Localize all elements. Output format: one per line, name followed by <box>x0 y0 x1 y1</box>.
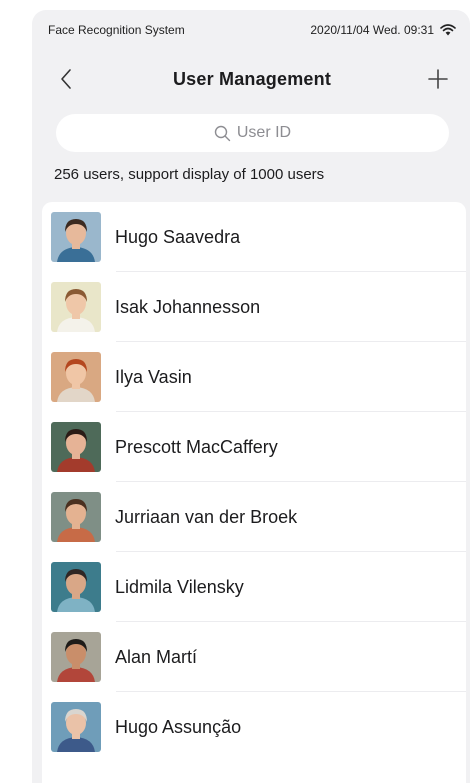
user-list-item[interactable]: Alan Martí <box>42 622 466 692</box>
user-list-item[interactable]: Isak Johannesson <box>42 272 466 342</box>
user-name: Hugo Assunção <box>115 716 242 737</box>
plus-icon <box>428 69 448 89</box>
user-avatar <box>51 492 101 542</box>
search-input[interactable]: User ID <box>56 114 449 152</box>
search-placeholder: User ID <box>236 124 292 141</box>
user-list-item[interactable]: Jurriaan van der Broek <box>42 482 466 552</box>
search-icon <box>214 125 231 141</box>
user-name: Lidmila Vilensky <box>115 576 244 597</box>
user-count-summary: 256 users, support display of 1000 users <box>54 166 325 183</box>
user-name: Isak Johannesson <box>115 296 261 317</box>
user-name: Alan Martí <box>115 646 198 667</box>
status-bar: Face Recognition System 2020/11/04 Wed. … <box>32 10 470 50</box>
user-name: Ilya Vasin <box>115 366 192 387</box>
app-screen: Face Recognition System 2020/11/04 Wed. … <box>32 10 470 783</box>
user-avatar <box>51 702 101 752</box>
user-name: Jurriaan van der Broek <box>115 506 298 527</box>
back-button[interactable] <box>46 62 86 96</box>
user-avatar <box>51 562 101 612</box>
user-avatar <box>51 212 101 262</box>
app-name: Face Recognition System <box>48 23 185 37</box>
user-avatar <box>51 352 101 402</box>
page-title: User Management <box>172 68 332 89</box>
wifi-icon <box>440 24 456 36</box>
datetime: 2020/11/04 Wed. 09:31 <box>310 23 434 37</box>
user-name: Hugo Saavedra <box>115 226 241 247</box>
add-user-button[interactable] <box>418 62 458 96</box>
user-name: Prescott MacCaffery <box>115 436 278 457</box>
user-list-item[interactable]: Hugo Saavedra <box>42 202 466 272</box>
user-avatar <box>51 282 101 332</box>
user-avatar <box>51 632 101 682</box>
user-list: Hugo Saavedra Isak Johannesson Ilya Vasin P… <box>42 202 466 783</box>
user-avatar <box>51 422 101 472</box>
user-list-item[interactable]: Prescott MacCaffery <box>42 412 466 482</box>
user-list-item[interactable]: Ilya Vasin <box>42 342 466 412</box>
user-list-item[interactable]: Lidmila Vilensky <box>42 552 466 622</box>
navigation-bar: User Management <box>32 62 470 96</box>
user-list-item[interactable]: Hugo Assunção <box>42 692 466 762</box>
chevron-left-icon <box>61 69 71 89</box>
